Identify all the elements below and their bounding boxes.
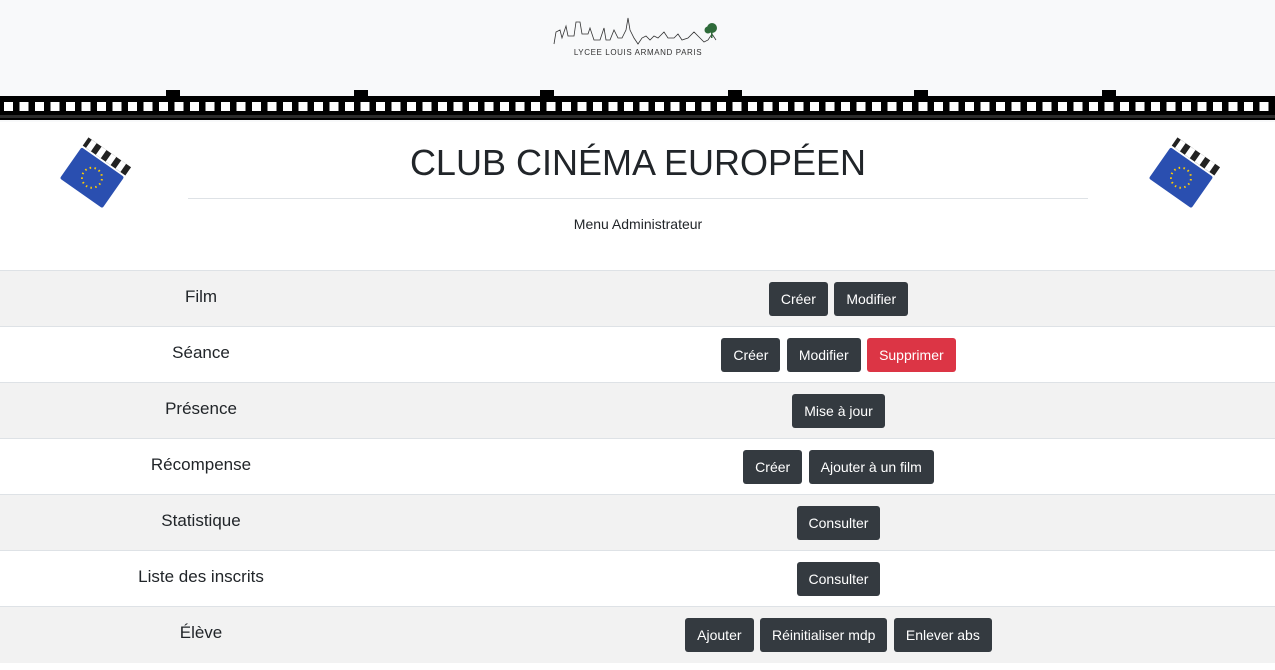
seance-delete-button[interactable]: Supprimer: [867, 338, 956, 372]
title-divider: [188, 198, 1088, 199]
eu-clapperboard-icon: [1149, 137, 1221, 208]
site-header: LYCEE LOUIS ARMAND PARIS: [0, 0, 1275, 82]
admin-menu-table: Film Créer Modifier Séance Créer Modifie…: [0, 270, 1275, 663]
registrants-view-button[interactable]: Consulter: [796, 562, 881, 596]
menu-row-eleve: Élève Ajouter Réinitialiser mdp Enlever …: [0, 606, 1275, 663]
menu-row-film: Film Créer Modifier: [0, 270, 1275, 327]
film-create-button[interactable]: Créer: [768, 282, 828, 316]
presence-update-button[interactable]: Mise à jour: [792, 394, 885, 428]
row-actions: Créer Ajouter à un film: [402, 438, 1275, 495]
row-actions: Consulter: [402, 494, 1275, 551]
row-actions: Créer Modifier: [402, 270, 1275, 327]
filmstrip-icon: [0, 90, 1275, 120]
logo-text: LYCEE LOUIS ARMAND PARIS: [573, 48, 703, 57]
page-title: CLUB CINÉMA EUROPÉEN: [409, 142, 867, 183]
menu-row-seance: Séance Créer Modifier Supprimer: [0, 326, 1275, 383]
seance-edit-button[interactable]: Modifier: [786, 338, 861, 372]
row-label: Statistique: [0, 494, 402, 551]
film-edit-button[interactable]: Modifier: [834, 282, 909, 316]
row-actions: Mise à jour: [402, 382, 1275, 439]
menu-row-statistique: Statistique Consulter: [0, 494, 1275, 551]
filmstrip-banner: [0, 82, 1275, 122]
eu-clapperboard-icon: [60, 137, 132, 208]
student-reset-password-button[interactable]: Réinitialiser mdp: [759, 618, 888, 652]
paris-skyline-icon: [553, 17, 717, 45]
menu-subtitle: Menu Administrateur: [573, 216, 703, 232]
school-logo[interactable]: LYCEE LOUIS ARMAND PARIS: [548, 10, 728, 62]
row-label: Séance: [0, 326, 402, 383]
title-area: CLUB CINÉMA EUROPÉEN Menu Administrateur: [0, 122, 1275, 270]
row-label: Récompense: [0, 438, 402, 495]
stats-view-button[interactable]: Consulter: [796, 506, 881, 540]
row-label: Liste des inscrits: [0, 550, 402, 607]
student-add-button[interactable]: Ajouter: [685, 618, 754, 652]
menu-row-inscrits: Liste des inscrits Consulter: [0, 550, 1275, 607]
row-actions: Consulter: [402, 550, 1275, 607]
seance-create-button[interactable]: Créer: [721, 338, 781, 372]
menu-row-presence: Présence Mise à jour: [0, 382, 1275, 439]
row-actions: Créer Modifier Supprimer: [402, 326, 1275, 383]
menu-row-recompense: Récompense Créer Ajouter à un film: [0, 438, 1275, 495]
row-label: Présence: [0, 382, 402, 439]
row-label: Film: [0, 270, 402, 327]
award-add-to-film-button[interactable]: Ajouter à un film: [808, 450, 934, 484]
student-remove-absence-button[interactable]: Enlever abs: [893, 618, 992, 652]
award-create-button[interactable]: Créer: [743, 450, 803, 484]
row-label: Élève: [0, 606, 402, 663]
row-actions: Ajouter Réinitialiser mdp Enlever abs: [402, 606, 1275, 663]
